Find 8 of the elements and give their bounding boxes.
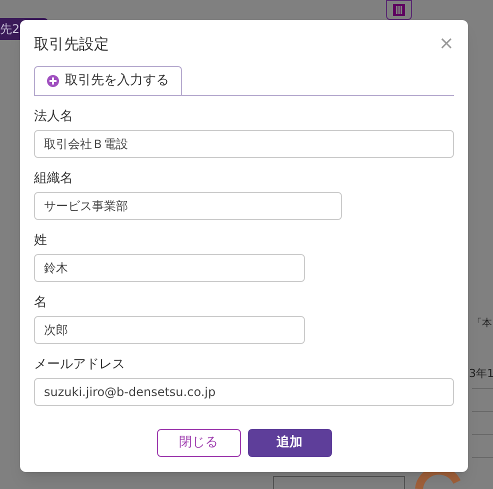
field-label: 名 xyxy=(34,294,48,312)
dialog-title: 取引先設定 xyxy=(34,34,109,55)
field-label: メールアドレス xyxy=(34,356,126,374)
page-note: 「本 xyxy=(472,316,492,331)
field-label: 姓 xyxy=(34,232,48,250)
page-date: 3年1 xyxy=(469,366,493,382)
field-label: 法人名 xyxy=(34,108,74,126)
field-label: 組織名 xyxy=(34,170,74,188)
